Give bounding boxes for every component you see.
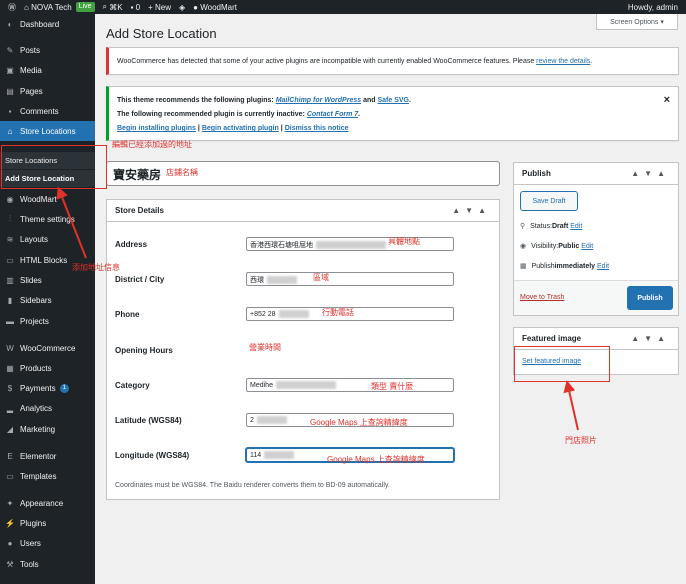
annotation-arrows [56, 186, 579, 431]
arrow-add-info [56, 186, 87, 259]
arrow-shop-photo [563, 380, 579, 431]
